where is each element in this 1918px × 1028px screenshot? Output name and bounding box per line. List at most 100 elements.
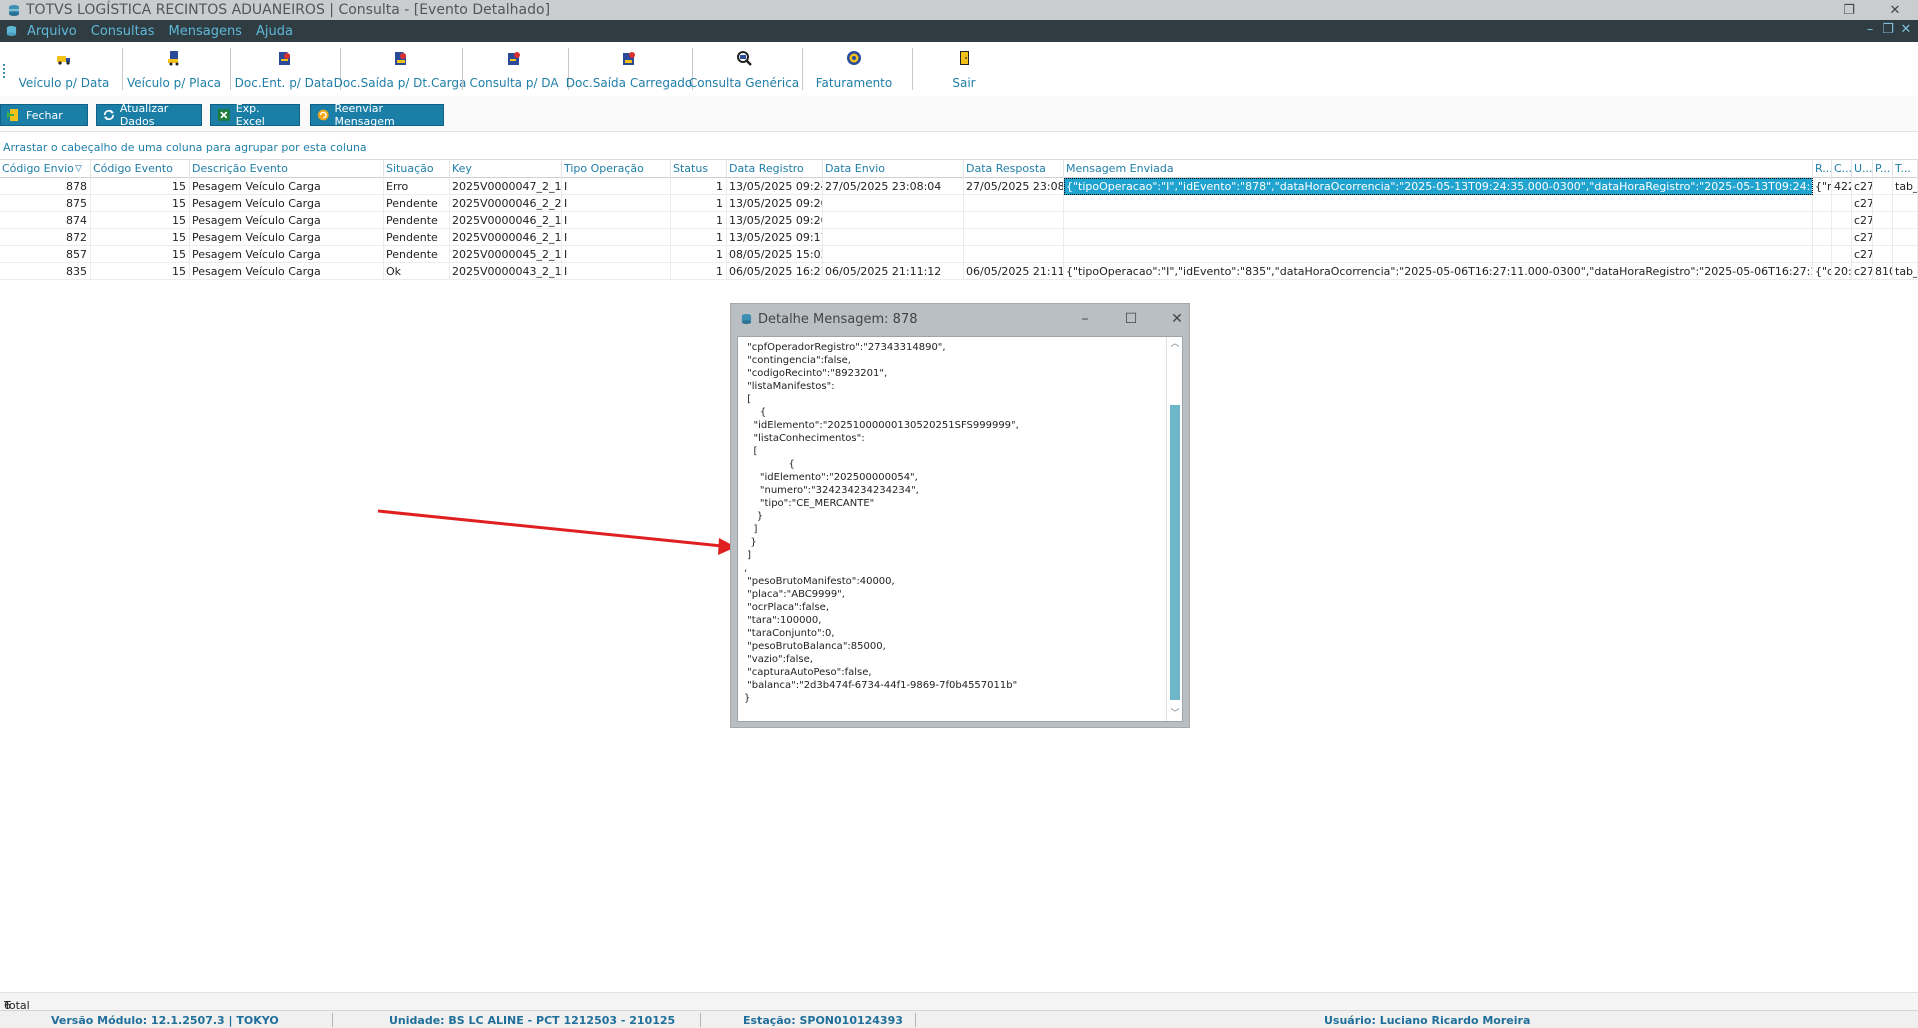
table-row[interactable]: 874 15 Pesagem Veículo Carga Pendente 2025V0… — [0, 212, 1918, 229]
table-cell[interactable]: 13/05/2025 09:20: — [727, 212, 823, 229]
table-cell[interactable]: 20: — [1832, 263, 1852, 280]
table-cell[interactable] — [964, 212, 1064, 229]
table-cell[interactable]: 06/05/2025 21:11:1 — [964, 263, 1064, 280]
column-header-codigo-evento[interactable]: Código Evento — [91, 160, 190, 178]
message-content-area[interactable]: "cpfOperadorRegistro":"27343314890", "co… — [737, 336, 1183, 722]
table-row[interactable]: 857 15 Pesagem Veículo Carga Pendente 2025V0… — [0, 246, 1918, 263]
table-cell[interactable] — [823, 195, 964, 212]
atualizar-dados-button[interactable]: Atualizar Dados — [96, 102, 202, 128]
table-cell[interactable]: 2025V0000045_2_1 — [450, 246, 562, 263]
table-cell[interactable]: 15 — [91, 195, 190, 212]
table-cell[interactable]: 1 — [671, 229, 727, 246]
table-cell[interactable]: Ok — [384, 263, 450, 280]
table-cell[interactable]: 2025V0000047_2_1 — [450, 178, 562, 195]
column-header-key[interactable]: Key — [450, 160, 562, 178]
reenviar-mensagem-button[interactable]: Reenviar Mensagem — [310, 102, 444, 128]
table-cell[interactable]: tab_ — [1893, 263, 1918, 280]
scroll-thumb[interactable] — [1170, 405, 1180, 700]
table-cell[interactable] — [1873, 212, 1893, 229]
table-cell[interactable]: Pesagem Veículo Carga — [190, 246, 384, 263]
toolbar-veiculo-data-button[interactable]: Veículo p/ Data — [19, 48, 109, 94]
menu-consultas[interactable]: Consultas — [91, 24, 155, 39]
fechar-button[interactable]: Fechar — [0, 104, 88, 126]
table-cell[interactable]: 06/05/2025 16:27: — [727, 263, 823, 280]
toolbar-doc-saida-carregado-button[interactable]: Doc.Saída Carregado — [566, 48, 692, 94]
column-header-data-resposta[interactable]: Data Resposta — [964, 160, 1064, 178]
table-cell[interactable]: 810 — [1873, 263, 1893, 280]
toolbar-veiculo-placa-button[interactable]: Veículo p/ Placa — [127, 48, 221, 94]
table-cell[interactable]: 1 — [671, 246, 727, 263]
table-row[interactable]: 872 15 Pesagem Veículo Carga Pendente 2025V0… — [0, 229, 1918, 246]
table-cell[interactable]: {"ca — [1813, 263, 1832, 280]
table-cell[interactable]: 1 — [671, 263, 727, 280]
table-cell[interactable]: Pendente — [384, 246, 450, 263]
column-header-u[interactable]: U... — [1852, 160, 1873, 178]
dialog-minimize-button[interactable]: – — [1073, 309, 1097, 329]
menu-mensagens[interactable]: Mensagens — [169, 24, 242, 39]
column-header-tipo-operacao[interactable]: Tipo Operação — [562, 160, 671, 178]
exp-excel-button[interactable]: Exp. Excel — [210, 102, 300, 128]
table-cell[interactable] — [1064, 212, 1813, 229]
table-cell[interactable]: I — [562, 263, 671, 280]
table-cell[interactable] — [1832, 195, 1852, 212]
table-cell[interactable]: I — [562, 195, 671, 212]
table-cell[interactable] — [1064, 246, 1813, 263]
table-cell[interactable]: 13/05/2025 09:17: — [727, 229, 823, 246]
table-cell[interactable]: Pesagem Veículo Carga — [190, 263, 384, 280]
table-row[interactable]: 878 15 Pesagem Veículo Carga Erro 2025V00000… — [0, 178, 1918, 195]
table-cell[interactable]: Pesagem Veículo Carga — [190, 178, 384, 195]
column-header-c[interactable]: C... — [1832, 160, 1852, 178]
table-cell[interactable]: I — [562, 229, 671, 246]
table-cell[interactable] — [1813, 229, 1832, 246]
table-cell[interactable]: 422 — [1832, 178, 1852, 195]
table-cell[interactable] — [1813, 246, 1832, 263]
table-cell[interactable]: Pesagem Veículo Carga — [190, 195, 384, 212]
vertical-scrollbar[interactable]: ︿ ﹀ — [1166, 337, 1182, 721]
table-cell[interactable] — [1832, 212, 1852, 229]
table-cell[interactable] — [1873, 246, 1893, 263]
toolbar-faturamento-button[interactable]: Faturamento — [808, 48, 900, 94]
table-cell[interactable] — [823, 229, 964, 246]
table-cell[interactable]: 27/05/2025 23:08:0 — [964, 178, 1064, 195]
table-cell[interactable] — [964, 195, 1064, 212]
table-cell[interactable] — [1873, 195, 1893, 212]
table-cell[interactable] — [1813, 212, 1832, 229]
table-cell[interactable]: 878 — [0, 178, 91, 195]
table-cell[interactable] — [823, 212, 964, 229]
table-cell[interactable] — [1893, 246, 1918, 263]
table-cell[interactable]: tab_ — [1893, 178, 1918, 195]
table-cell[interactable]: 27/05/2025 23:08:04 — [823, 178, 964, 195]
table-cell[interactable]: 06/05/2025 21:11:12 — [823, 263, 964, 280]
toolbar-grip[interactable] — [3, 64, 6, 78]
menu-arquivo[interactable]: Arquivo — [27, 24, 77, 39]
table-cell[interactable]: 1 — [671, 212, 727, 229]
table-cell[interactable] — [964, 246, 1064, 263]
table-cell[interactable]: Erro — [384, 178, 450, 195]
table-cell[interactable] — [1064, 195, 1813, 212]
column-header-codigo-envio[interactable]: Código Envio ▽ — [0, 160, 91, 178]
scroll-up-icon[interactable]: ︿ — [1167, 337, 1182, 351]
table-cell[interactable]: I — [562, 246, 671, 263]
column-header-p[interactable]: P... — [1873, 160, 1893, 178]
restore-window-button[interactable]: ❐ — [1826, 0, 1872, 20]
scroll-down-icon[interactable]: ﹀ — [1167, 707, 1182, 721]
table-cell[interactable]: 1 — [671, 195, 727, 212]
column-header-descricao-evento[interactable]: Descrição Evento — [190, 160, 384, 178]
column-header-t[interactable]: T... — [1893, 160, 1918, 178]
table-cell[interactable]: Pendente — [384, 212, 450, 229]
table-cell[interactable]: 15 — [91, 263, 190, 280]
toolbar-consulta-da-button[interactable]: Consulta p/ DA — [468, 48, 560, 94]
table-cell[interactable]: 1 — [671, 178, 727, 195]
table-cell[interactable] — [1873, 178, 1893, 195]
table-cell[interactable]: c27 — [1852, 178, 1873, 195]
table-cell[interactable]: c27 — [1852, 246, 1873, 263]
table-cell[interactable]: {"m — [1813, 178, 1832, 195]
table-cell[interactable]: Pendente — [384, 195, 450, 212]
column-header-mensagem-enviada[interactable]: Mensagem Enviada — [1064, 160, 1813, 178]
table-cell[interactable] — [1832, 246, 1852, 263]
table-cell[interactable]: 15 — [91, 246, 190, 263]
menu-ajuda[interactable]: Ajuda — [256, 24, 293, 39]
table-cell[interactable]: Pesagem Veículo Carga — [190, 229, 384, 246]
table-cell[interactable]: 13/05/2025 09:24: — [727, 178, 823, 195]
mdi-close-button[interactable]: ✕ — [1896, 22, 1916, 37]
